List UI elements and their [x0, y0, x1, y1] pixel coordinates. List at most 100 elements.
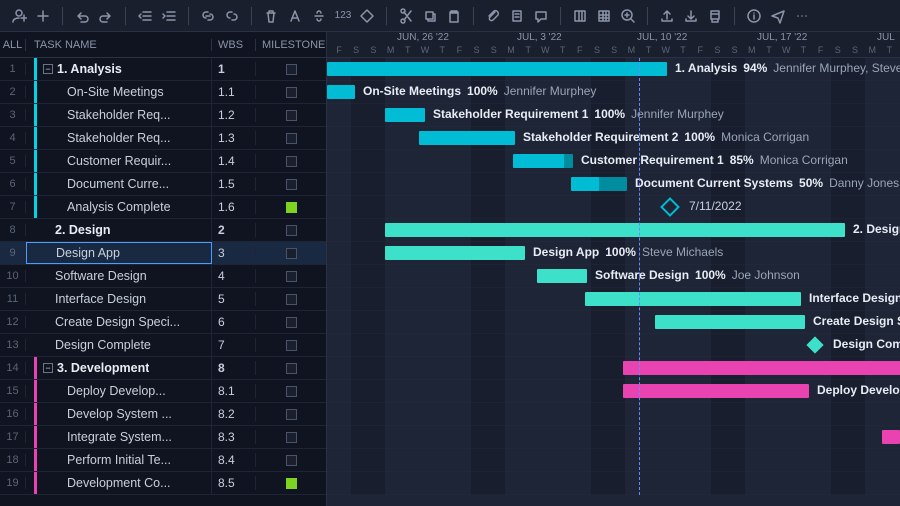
cut-button[interactable] [395, 5, 417, 27]
gantt-bar[interactable] [623, 361, 900, 375]
gantt-bar[interactable]: Document Current Systems50%Danny Jones [571, 177, 627, 191]
redo-button[interactable] [95, 5, 117, 27]
print-button[interactable] [704, 5, 726, 27]
gantt-bar[interactable]: Stakeholder Requirement 1100%Jennifer Mu… [385, 108, 425, 122]
task-row[interactable]: 19Development Co...8.5 [0, 472, 326, 495]
grid-button[interactable] [593, 5, 615, 27]
milestone-checkbox[interactable] [286, 363, 297, 374]
task-row[interactable]: 6Document Curre...1.5 [0, 173, 326, 196]
milestone-checkbox[interactable] [286, 271, 297, 282]
milestone-checkbox[interactable] [286, 133, 297, 144]
task-row[interactable]: 17Integrate System...8.3 [0, 426, 326, 449]
attach-button[interactable] [482, 5, 504, 27]
gantt-bar[interactable]: Customer Requirement 185%Monica Corrigan [513, 154, 573, 168]
gantt-row[interactable]: On-Site Meetings100%Jennifer Murphey [327, 81, 900, 104]
task-row[interactable]: 4Stakeholder Req...1.3 [0, 127, 326, 150]
delete-button[interactable] [260, 5, 282, 27]
milestone-checkbox[interactable] [286, 110, 297, 121]
milestone-checkbox[interactable] [286, 455, 297, 466]
gantt-bar[interactable]: Interface Design100%Adam Johnson, Da [585, 292, 801, 306]
gantt-chart[interactable]: JUN, 26 '22JUL, 3 '22JUL, 10 '22JUL, 17 … [327, 32, 900, 506]
gantt-row[interactable] [327, 357, 900, 380]
outdent-button[interactable] [134, 5, 156, 27]
link-button[interactable] [197, 5, 219, 27]
more-button[interactable] [791, 5, 813, 27]
gantt-row[interactable]: Deploy Develop [327, 380, 900, 403]
collapse-icon[interactable]: − [43, 363, 53, 373]
columns-button[interactable] [569, 5, 591, 27]
export-button[interactable] [656, 5, 678, 27]
add-button[interactable] [32, 5, 54, 27]
milestone-checkbox[interactable] [286, 87, 297, 98]
milestone-checkbox[interactable] [286, 340, 297, 351]
renumber-button[interactable]: 123 [332, 5, 354, 27]
milestone-checkbox[interactable] [286, 478, 297, 489]
gantt-row[interactable]: Design App100%Steve Michaels [327, 242, 900, 265]
gantt-row[interactable]: Customer Requirement 185%Monica Corrigan [327, 150, 900, 173]
task-row[interactable]: 1−1. Analysis1 [0, 58, 326, 81]
milestone-checkbox[interactable] [286, 248, 297, 259]
milestone-checkbox[interactable] [286, 156, 297, 167]
gantt-bar[interactable]: Software Design100%Joe Johnson [537, 269, 587, 283]
gantt-row[interactable]: Stakeholder Requirement 1100%Jennifer Mu… [327, 104, 900, 127]
col-header-milestone[interactable]: MILESTONE [256, 39, 326, 51]
milestone-checkbox[interactable] [286, 225, 297, 236]
milestone-diamond-icon[interactable] [807, 337, 824, 354]
milestone-checkbox[interactable] [286, 432, 297, 443]
add-user-button[interactable] [8, 5, 30, 27]
info-button[interactable] [743, 5, 765, 27]
milestone-checkbox[interactable] [286, 317, 297, 328]
col-header-wbs[interactable]: WBS [212, 39, 256, 51]
task-row[interactable]: 18Perform Initial Te...8.4 [0, 449, 326, 472]
gantt-bar[interactable]: Stakeholder Requirement 2100%Monica Corr… [419, 131, 515, 145]
milestone-checkbox[interactable] [286, 409, 297, 420]
task-row[interactable]: 16Develop System ...8.2 [0, 403, 326, 426]
task-row[interactable]: 3Stakeholder Req...1.2 [0, 104, 326, 127]
copy-button[interactable] [419, 5, 441, 27]
comment-button[interactable] [530, 5, 552, 27]
milestone-checkbox[interactable] [286, 294, 297, 305]
strikethrough-button[interactable] [308, 5, 330, 27]
milestone-checkbox[interactable] [286, 64, 297, 75]
gantt-bar[interactable]: On-Site Meetings100%Jennifer Murphey [327, 85, 355, 99]
task-row[interactable]: 12Create Design Speci...6 [0, 311, 326, 334]
gantt-row[interactable]: Interface Design100%Adam Johnson, Da [327, 288, 900, 311]
gantt-row[interactable]: Create Design S [327, 311, 900, 334]
gantt-row[interactable]: 1. Analysis94%Jennifer Murphey, Steve [327, 58, 900, 81]
gantt-row[interactable]: Stakeholder Requirement 2100%Monica Corr… [327, 127, 900, 150]
gantt-bar[interactable]: Deploy Develop [623, 384, 809, 398]
task-row[interactable]: 2On-Site Meetings1.1 [0, 81, 326, 104]
indent-button[interactable] [158, 5, 180, 27]
col-header-all[interactable]: ALL [0, 39, 26, 51]
milestone-checkbox[interactable] [286, 386, 297, 397]
gantt-row[interactable]: Software Design100%Joe Johnson [327, 265, 900, 288]
gantt-bar[interactable]: 1. Analysis94%Jennifer Murphey, Steve [327, 62, 667, 76]
task-row[interactable]: 9Design App3 [0, 242, 326, 265]
task-row[interactable]: 7Analysis Complete1.6 [0, 196, 326, 219]
task-row[interactable]: 11Interface Design5 [0, 288, 326, 311]
notes-button[interactable] [506, 5, 528, 27]
import-button[interactable] [680, 5, 702, 27]
gantt-row[interactable] [327, 403, 900, 426]
gantt-row[interactable]: Document Current Systems50%Danny Jones [327, 173, 900, 196]
milestone-diamond-icon[interactable] [660, 197, 680, 217]
milestone-checkbox[interactable] [286, 179, 297, 190]
task-row[interactable]: 15Deploy Develop...8.1 [0, 380, 326, 403]
undo-button[interactable] [71, 5, 93, 27]
format-button[interactable] [284, 5, 306, 27]
collapse-icon[interactable]: − [43, 64, 53, 74]
task-row[interactable]: 82. Design2 [0, 219, 326, 242]
task-row[interactable]: 5Customer Requir...1.4 [0, 150, 326, 173]
zoom-button[interactable] [617, 5, 639, 27]
gantt-row[interactable] [327, 426, 900, 449]
gantt-bar[interactable]: Create Design S [655, 315, 805, 329]
gantt-bar[interactable]: Design App100%Steve Michaels [385, 246, 525, 260]
col-header-task[interactable]: TASK NAME [26, 39, 212, 51]
gantt-row[interactable]: Design Com [327, 334, 900, 357]
milestone-checkbox[interactable] [286, 202, 297, 213]
send-button[interactable] [767, 5, 789, 27]
gantt-row[interactable]: 2. Design77% [327, 219, 900, 242]
gantt-row[interactable] [327, 449, 900, 472]
task-row[interactable]: 10Software Design4 [0, 265, 326, 288]
task-row[interactable]: 14−3. Development8 [0, 357, 326, 380]
